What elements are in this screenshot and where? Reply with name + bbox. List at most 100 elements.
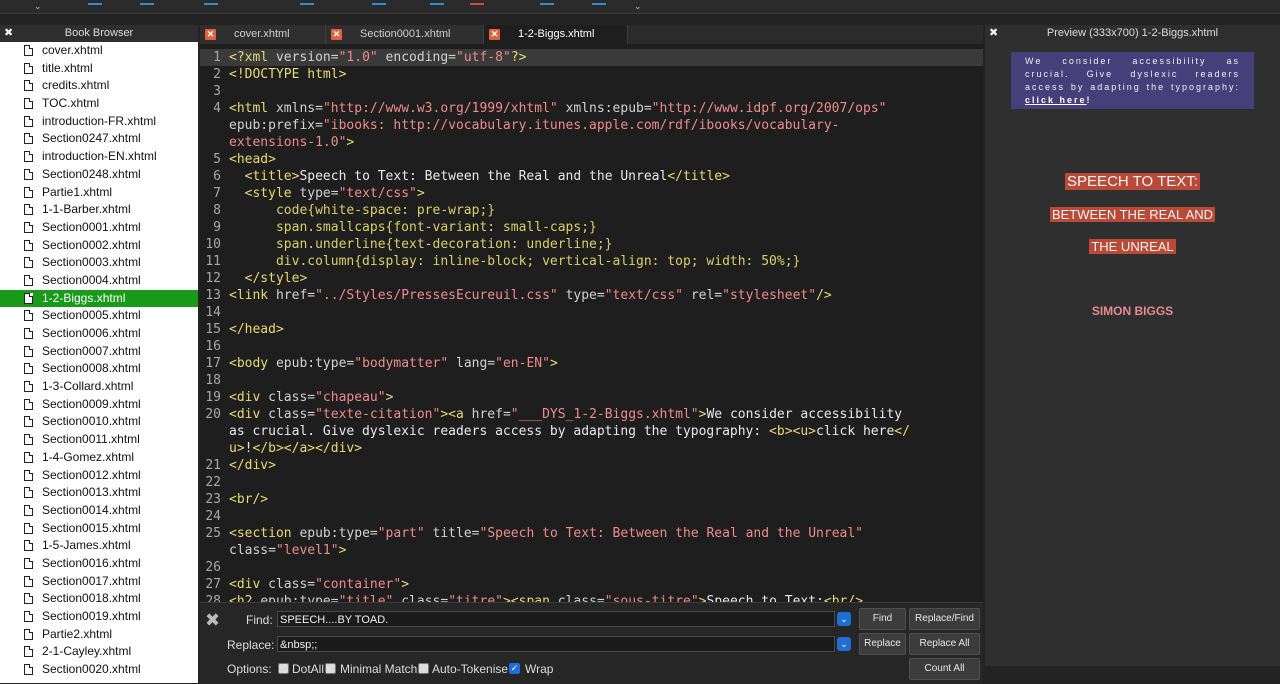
toolbar-icon[interactable] [300,3,314,5]
code-token: <!DOCTYPE html> [229,67,347,82]
code-token: xmlns= [275,101,323,116]
close-icon[interactable]: ✖ [4,25,13,42]
editor-tab[interactable]: ✕ 1-2-Biggs.xhtml [484,25,628,44]
file-item[interactable]: Section0247.xhtml [0,130,198,148]
code-token: </head> [229,322,284,337]
file-item[interactable]: Section0017.xhtml [0,573,198,591]
file-icon [24,204,33,216]
toolbar-icon[interactable] [372,3,386,5]
file-item[interactable]: Section0011.xhtml [0,431,198,449]
file-icon [24,363,33,375]
file-item[interactable]: Section0248.xhtml [0,166,198,184]
file-item[interactable]: Section0019.xhtml [0,608,198,626]
replace-history-dropdown-icon[interactable]: ⌄ [837,637,851,651]
toolbar-chevron-down-icon[interactable]: ⌄ [34,0,42,12]
file-item[interactable]: 1-5-James.xhtml [0,537,198,555]
code-token: <b><u> [769,424,817,439]
find-button[interactable]: Find [859,608,906,630]
line-number: 13 [205,288,221,303]
replace-find-button[interactable]: Replace/Find [909,608,980,630]
close-find-icon[interactable]: ✖ [205,610,220,631]
file-icon [24,646,33,658]
file-icon [24,45,33,56]
toolbar-icon[interactable] [140,3,154,5]
click-here-link[interactable]: click here [1025,95,1087,105]
find-replace-panel: ✖ Find: SPEECH....BY TOAD. ⌄ Replace: &n… [200,602,983,684]
line-number: 12 [205,271,221,286]
file-item[interactable]: Section0006.xhtml [0,325,198,343]
file-item[interactable]: Section0007.xhtml [0,343,198,361]
code-line: 15 </head> [200,321,983,338]
file-item[interactable]: Section0012.xhtml [0,467,198,485]
line-number: 6 [213,169,221,184]
tab-close-icon[interactable]: ✕ [331,29,342,40]
code-line: 23 <br/> [200,491,983,508]
code-token: <style [229,186,300,201]
tab-close-icon[interactable]: ✕ [205,29,216,40]
minimal-match-checkbox[interactable] [325,663,336,674]
file-item[interactable]: credits.xhtml [0,77,198,95]
find-input[interactable]: SPEECH....BY TOAD. [277,611,835,627]
code-text: class="level1"> [229,542,346,559]
file-item[interactable]: Section0010.xhtml [0,413,198,431]
code-editor[interactable]: 1 <?xml version="1.0" encoding="utf-8"?> 2… [200,44,983,602]
file-item[interactable]: Section0003.xhtml [0,254,198,272]
find-history-dropdown-icon[interactable]: ⌄ [837,612,851,626]
toolbar-icon[interactable] [470,3,484,5]
accessibility-notice[interactable]: We consider accessibility as crucial. Gi… [1011,52,1254,109]
tab-close-icon[interactable]: ✕ [489,29,500,40]
file-item[interactable]: Section0014.xhtml [0,502,198,520]
file-item[interactable]: 1-2-Biggs.xhtml [0,289,198,308]
file-item[interactable]: Partie2.xhtml [0,626,198,644]
replace-input[interactable]: &nbsp;; [277,636,835,652]
wrap-checkbox[interactable]: ✓ [509,663,520,674]
file-item[interactable]: Section0018.xhtml [0,590,198,608]
file-label: introduction-EN.xhtml [42,149,157,164]
code-token: <?xml [229,50,276,65]
file-label: Section0020.xhtml [42,662,141,677]
file-item[interactable]: cover.xhtml [0,42,198,60]
file-item[interactable]: Section0002.xhtml [0,237,198,255]
file-item[interactable]: Section0013.xhtml [0,484,198,502]
toolbar-chevron-down-icon[interactable]: ⌄ [634,0,642,12]
toolbar-icon[interactable] [430,3,444,5]
file-item[interactable]: Section0008.xhtml [0,360,198,378]
preview-header: ✖ Preview (333x700) 1-2-Biggs.xhtml [985,25,1280,42]
file-item[interactable]: Partie1.xhtml [0,184,198,202]
file-item[interactable]: Section0016.xhtml [0,555,198,573]
file-item[interactable]: Section0020.xhtml [0,661,198,679]
file-item[interactable]: 1-3-Collard.xhtml [0,378,198,396]
file-item[interactable]: TOC.xhtml [0,95,198,113]
editor-tab[interactable]: ✕ cover.xhtml [200,25,326,44]
close-icon[interactable]: ✖ [989,25,998,42]
code-token: title= [424,526,480,541]
file-item[interactable]: Section0005.xhtml [0,307,198,325]
toolbar-icon[interactable] [204,3,218,5]
preview-content[interactable]: We consider accessibility as crucial. Gi… [985,42,1280,666]
replace-all-button[interactable]: Replace All [909,633,980,655]
file-item[interactable]: Section0004.xhtml [0,272,198,290]
count-all-button[interactable]: Count All [909,658,980,680]
auto-tokenise-checkbox[interactable] [418,663,429,674]
file-item[interactable]: 2-1-Cayley.xhtml [0,643,198,661]
code-token: ?> [510,50,527,65]
file-icon [24,628,33,640]
file-item[interactable]: 1-4-Gomez.xhtml [0,449,198,467]
code-token: > [385,390,394,405]
file-icon [24,451,33,463]
toolbar-icon[interactable] [540,3,554,5]
file-item[interactable]: introduction-EN.xhtml [0,148,198,166]
editor-tab[interactable]: ✕ Section0001.xhtml [326,25,484,44]
code-line: 6 <title>Speech to Text: Between the Rea… [200,168,983,185]
file-item[interactable]: introduction-FR.xhtml [0,113,198,131]
file-item[interactable]: Section0009.xhtml [0,396,198,414]
file-item[interactable]: title.xhtml [0,60,198,78]
replace-button[interactable]: Replace [859,633,906,655]
toolbar-icon[interactable] [592,3,606,5]
toolbar-icon[interactable] [88,3,102,5]
code-line: 21 </div> [200,457,983,474]
file-item[interactable]: Section0001.xhtml [0,219,198,237]
file-item[interactable]: Section0015.xhtml [0,520,198,538]
file-item[interactable]: 1-1-Barber.xhtml [0,201,198,219]
dotall-checkbox[interactable] [278,663,289,674]
